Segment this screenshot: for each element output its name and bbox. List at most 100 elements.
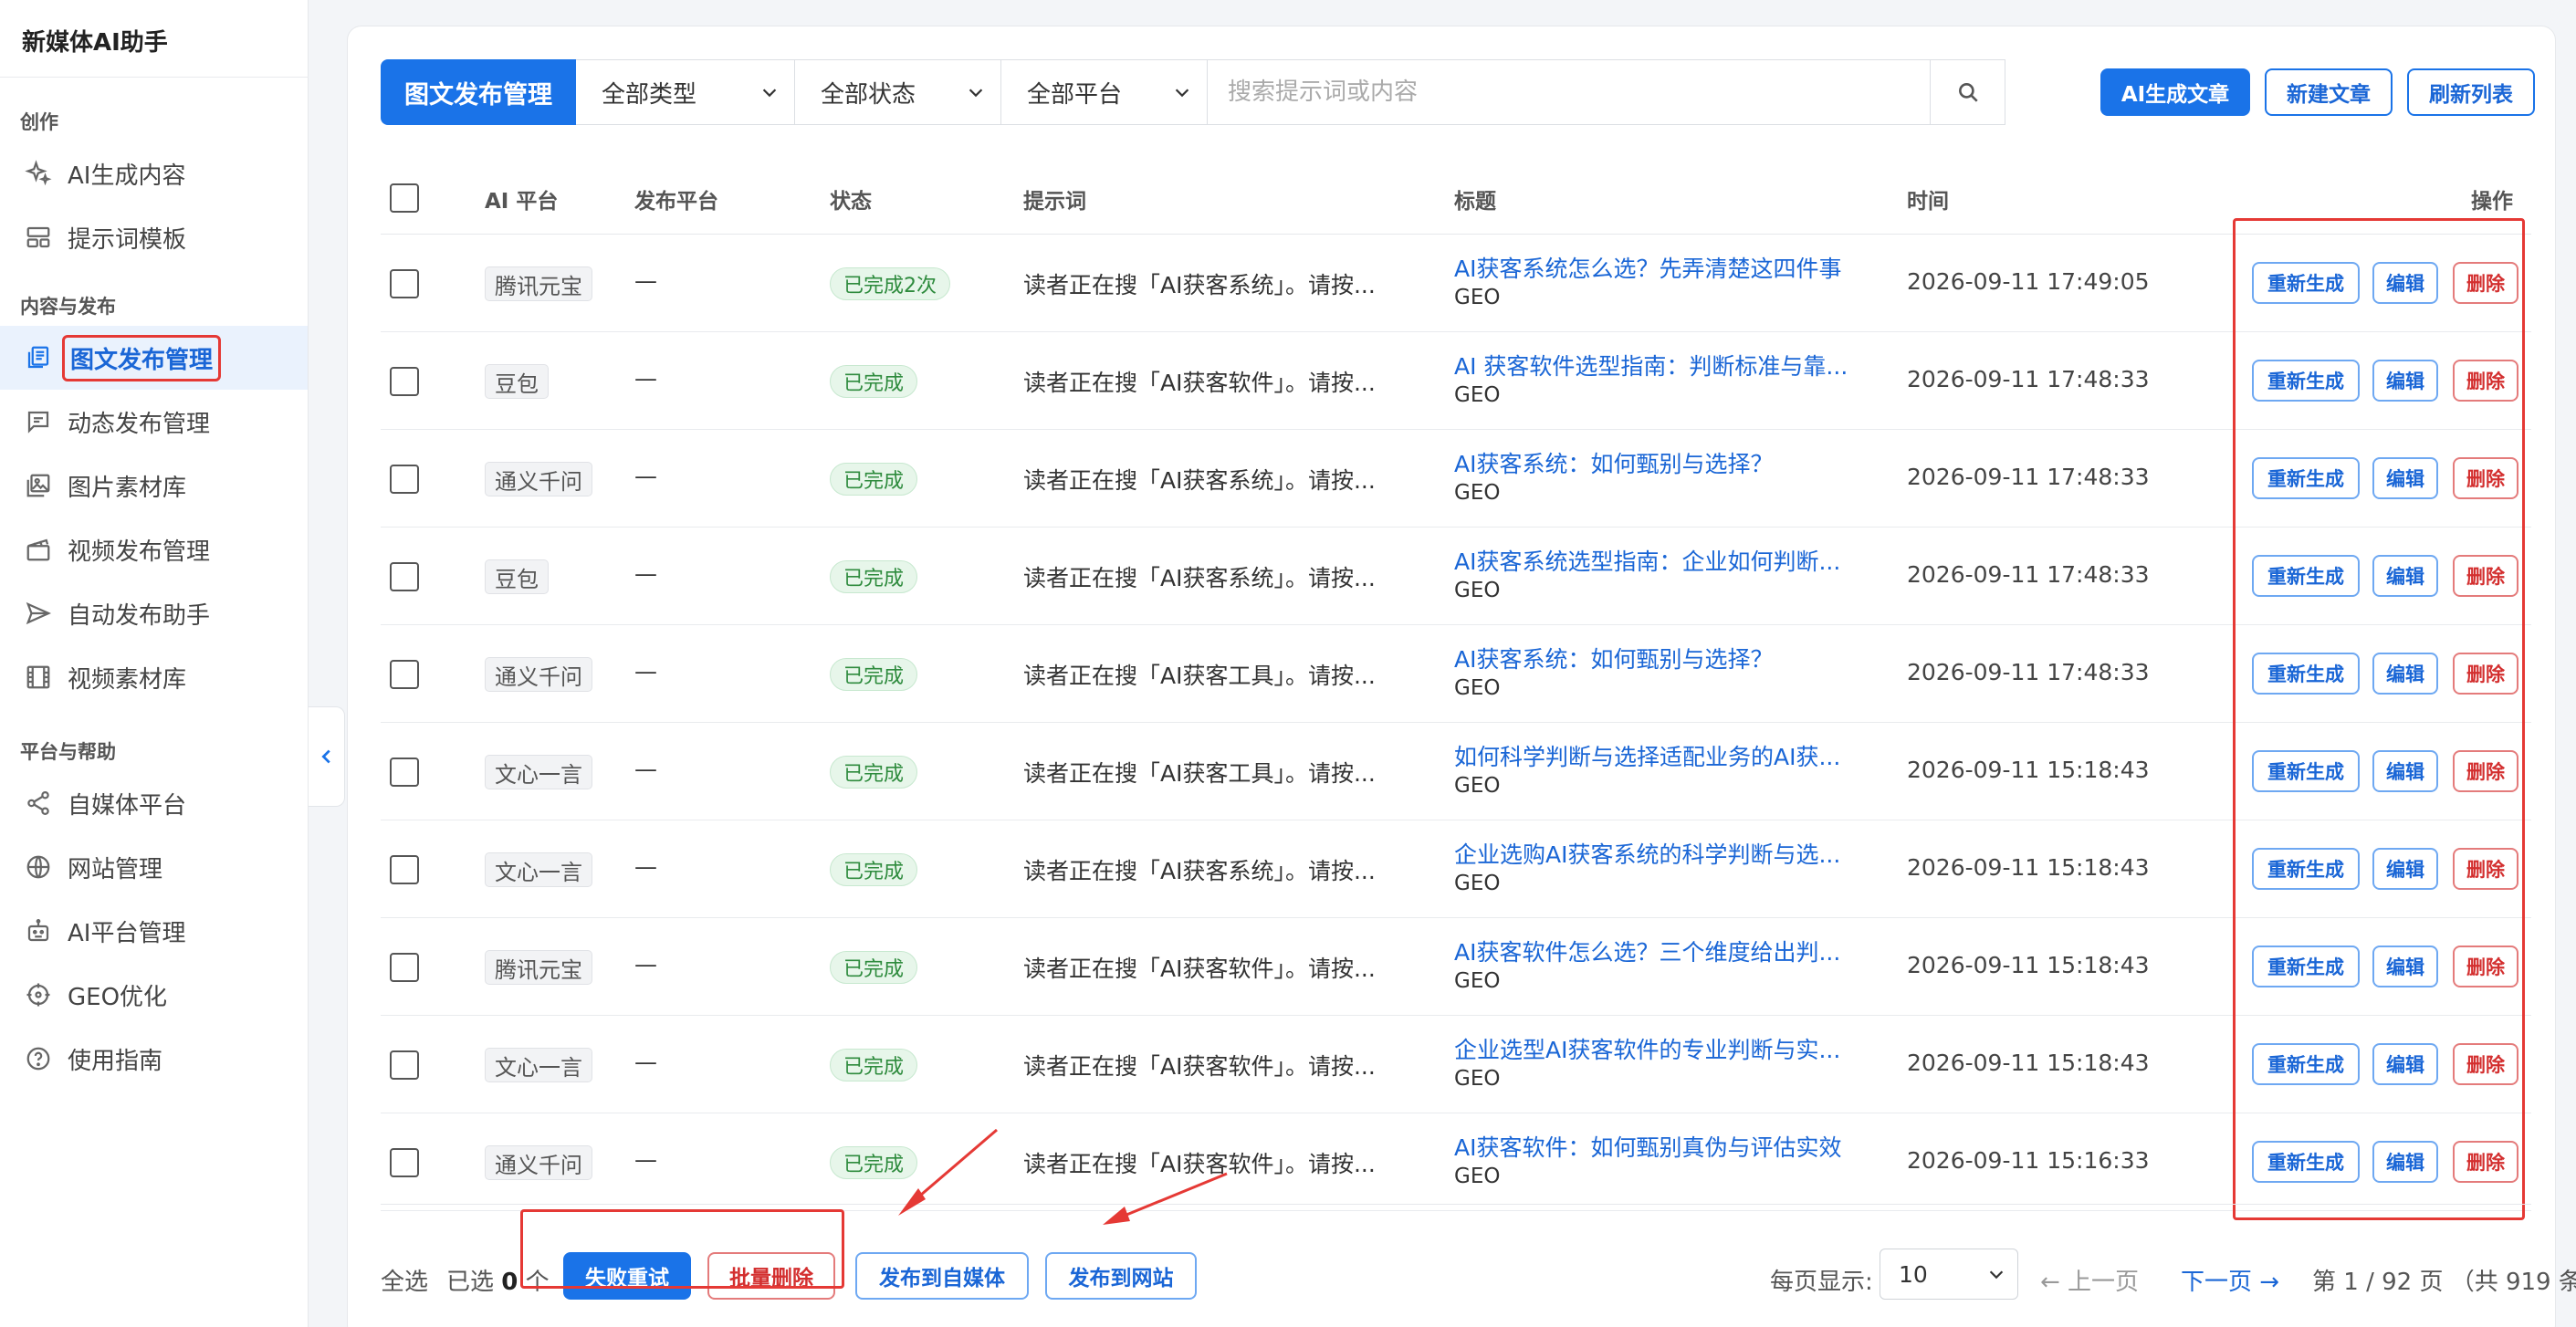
publish-platform-cell: — (634, 756, 657, 782)
article-title-link[interactable]: 企业选购AI获客系统的科学判断与选... (1454, 837, 1840, 870)
regenerate-button[interactable]: 重新生成 (2252, 653, 2360, 695)
sidebar-item-label: 使用指南 (68, 1047, 163, 1075)
regenerate-button[interactable]: 重新生成 (2252, 848, 2360, 890)
edit-button[interactable]: 编辑 (2372, 848, 2438, 890)
article-title-link[interactable]: 如何科学判断与选择适配业务的AI获... (1454, 739, 1840, 772)
status-filter-select[interactable]: 全部状态 (795, 59, 1001, 125)
select-all-checkbox[interactable] (390, 183, 419, 213)
robot-icon (22, 914, 55, 947)
ai-platform-tag: 文心一言 (485, 1048, 592, 1082)
select-all-label[interactable]: 全选 (381, 1263, 428, 1297)
selected-suffix: 个 (525, 1269, 550, 1296)
regenerate-button[interactable]: 重新生成 (2252, 750, 2360, 792)
delete-button[interactable]: 删除 (2453, 457, 2518, 499)
edit-button[interactable]: 编辑 (2372, 457, 2438, 499)
sidebar-item-prompt-template[interactable]: 提示词模板 (0, 205, 308, 269)
search-box (1208, 59, 2005, 125)
delete-button[interactable]: 删除 (2453, 946, 2518, 987)
bulk-delete-button[interactable]: 批量删除 (707, 1252, 835, 1300)
delete-button[interactable]: 删除 (2453, 1043, 2518, 1085)
new-article-button[interactable]: 新建文章 (2265, 68, 2393, 116)
time-cell: 2026-09-11 17:48:33 (1907, 659, 2150, 685)
row-checkbox[interactable] (390, 1050, 419, 1080)
row-checkbox[interactable] (390, 562, 419, 591)
edit-button[interactable]: 编辑 (2372, 750, 2438, 792)
platform-filter-select[interactable]: 全部平台 (1001, 59, 1208, 125)
article-title-link[interactable]: AI获客系统：如何甄别与选择？ (1454, 446, 1773, 479)
time-cell: 2026-09-11 15:18:43 (1907, 854, 2150, 881)
edit-button[interactable]: 编辑 (2372, 262, 2438, 304)
next-page-button[interactable]: 下一页 → (2181, 1263, 2279, 1297)
sidebar-item-label: 视频素材库 (68, 665, 187, 694)
prompt-cell: 读者正在搜「AI获客系统」。请按... (1023, 272, 1376, 298)
app-title: 新媒体AI助手 (22, 29, 168, 57)
edit-button[interactable]: 编辑 (2372, 946, 2438, 987)
col-publish-platform: 发布平台 (634, 190, 718, 214)
edit-button[interactable]: 编辑 (2372, 1141, 2438, 1183)
delete-button[interactable]: 删除 (2453, 848, 2518, 890)
delete-button[interactable]: 删除 (2453, 555, 2518, 597)
row-checkbox[interactable] (390, 953, 419, 982)
regenerate-button[interactable]: 重新生成 (2252, 555, 2360, 597)
article-title-link[interactable]: AI获客系统怎么选？先弄清楚这四件事 (1454, 251, 1841, 284)
sidebar-item-auto-publish[interactable]: 自动发布助手 (0, 581, 308, 645)
publish-to-site-button[interactable]: 发布到网站 (1045, 1252, 1197, 1300)
article-tag: GEO (1454, 969, 1501, 993)
delete-button[interactable]: 删除 (2453, 262, 2518, 304)
sidebar-item-ai-platform[interactable]: AI平台管理 (0, 899, 308, 963)
sidebar-item-guide[interactable]: 使用指南 (0, 1027, 308, 1091)
sidebar-collapse-button[interactable] (309, 706, 345, 807)
delete-button[interactable]: 删除 (2453, 1141, 2518, 1183)
regenerate-button[interactable]: 重新生成 (2252, 457, 2360, 499)
regenerate-button[interactable]: 重新生成 (2252, 1141, 2360, 1183)
publish-to-media-button[interactable]: 发布到自媒体 (855, 1252, 1029, 1300)
status-badge: 已完成 (830, 853, 918, 886)
ai-generate-article-button[interactable]: AI生成文章 (2100, 68, 2250, 116)
article-title-link[interactable]: AI获客软件：如何甄别真伪与评估实效 (1454, 1130, 1841, 1163)
row-checkbox[interactable] (390, 465, 419, 494)
ai-platform-tag: 通义千问 (485, 462, 592, 496)
row-checkbox[interactable] (390, 1148, 419, 1177)
sidebar-item-site-manage[interactable]: 网站管理 (0, 835, 308, 899)
row-checkbox[interactable] (390, 758, 419, 787)
retry-failed-button[interactable]: 失败重试 (563, 1252, 691, 1300)
article-title-link[interactable]: AI获客系统选型指南：企业如何判断... (1454, 544, 1840, 577)
article-title-link[interactable]: AI获客系统：如何甄别与选择？ (1454, 642, 1773, 674)
delete-button[interactable]: 删除 (2453, 653, 2518, 695)
regenerate-button[interactable]: 重新生成 (2252, 262, 2360, 304)
regenerate-button[interactable]: 重新生成 (2252, 360, 2360, 402)
row-checkbox[interactable] (390, 367, 419, 396)
chevron-down-icon (1175, 89, 1189, 98)
type-filter-select[interactable]: 全部类型 (576, 59, 795, 125)
article-title-link[interactable]: AI 获客软件选型指南：判断标准与靠... (1454, 349, 1848, 381)
refresh-list-button[interactable]: 刷新列表 (2407, 68, 2535, 116)
sidebar-item-video-publish[interactable]: 视频发布管理 (0, 517, 308, 581)
per-page-select[interactable]: 10 (1880, 1249, 2018, 1300)
article-title-link[interactable]: AI获客软件怎么选？三个维度给出判... (1454, 935, 1840, 967)
row-checkbox[interactable] (390, 660, 419, 689)
sidebar-item-geo[interactable]: GEO优化 (0, 963, 308, 1027)
regenerate-button[interactable]: 重新生成 (2252, 1043, 2360, 1085)
platform-filter-value: 全部平台 (1027, 80, 1123, 109)
edit-button[interactable]: 编辑 (2372, 653, 2438, 695)
edit-button[interactable]: 编辑 (2372, 1043, 2438, 1085)
publish-platform-cell: — (634, 951, 657, 977)
row-checkbox[interactable] (390, 269, 419, 298)
page-title: 图文发布管理 (381, 59, 576, 125)
sidebar-item-video-library[interactable]: 视频素材库 (0, 645, 308, 709)
row-checkbox[interactable] (390, 855, 419, 884)
delete-button[interactable]: 删除 (2453, 750, 2518, 792)
sidebar-item-article-publish[interactable]: 图文发布管理 (0, 326, 308, 390)
article-title-link[interactable]: 企业选型AI获客软件的专业判断与实... (1454, 1032, 1840, 1065)
search-input[interactable] (1208, 60, 1930, 124)
regenerate-button[interactable]: 重新生成 (2252, 946, 2360, 987)
edit-button[interactable]: 编辑 (2372, 555, 2438, 597)
delete-button[interactable]: 删除 (2453, 360, 2518, 402)
search-button[interactable] (1930, 60, 2005, 124)
sidebar-item-media-platform[interactable]: 自媒体平台 (0, 771, 308, 835)
edit-button[interactable]: 编辑 (2372, 360, 2438, 402)
sidebar-item-dynamic-publish[interactable]: 动态发布管理 (0, 390, 308, 454)
prev-page-button[interactable]: ← 上一页 (2040, 1263, 2139, 1297)
sidebar-item-ai-generate[interactable]: AI生成内容 (0, 141, 308, 205)
sidebar-item-image-library[interactable]: 图片素材库 (0, 454, 308, 517)
